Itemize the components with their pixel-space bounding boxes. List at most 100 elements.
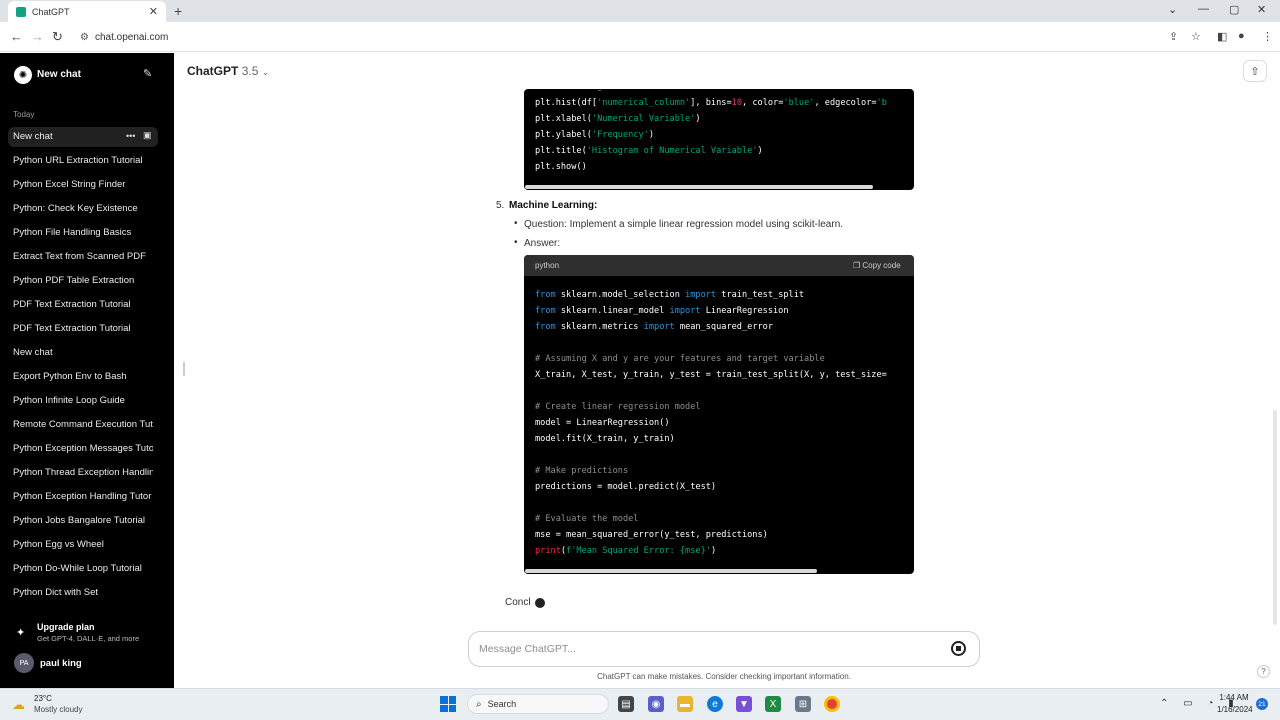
weather-desc[interactable]: Mostly cloudy: [34, 705, 82, 714]
list-number: 5.: [496, 200, 505, 211]
typing-cursor-icon: [535, 598, 545, 608]
bookmark-star-icon[interactable]: ☆: [1191, 30, 1201, 43]
side-panel-icon[interactable]: ◧: [1217, 30, 1227, 43]
weather-temp[interactable]: 23°C: [34, 694, 52, 703]
sidebar-item[interactable]: Python URL Extraction Tutorial: [13, 155, 153, 166]
help-icon[interactable]: ?: [1257, 665, 1270, 678]
sidebar-item[interactable]: Python Egg vs Wheel: [13, 539, 153, 550]
profile-icon[interactable]: ●: [1238, 30, 1245, 42]
url-text: chat.openai.com: [94, 31, 169, 43]
model-selector[interactable]: ChatGPT 3.5 ⌄: [187, 64, 269, 78]
taskbar-search[interactable]: ⌕ Search: [467, 694, 609, 714]
list-item-title: Machine Learning:: [509, 200, 598, 211]
avatar[interactable]: PA: [14, 653, 34, 673]
share-page-icon[interactable]: ⇪: [1169, 30, 1178, 43]
clock-time[interactable]: 1:44 AM: [1217, 693, 1251, 702]
edge-browser-icon[interactable]: e: [707, 696, 723, 712]
share-button[interactable]: ⇧: [1243, 60, 1267, 82]
back-icon[interactable]: ←: [10, 29, 23, 44]
stop-generating-button[interactable]: [951, 641, 966, 656]
task-view-icon[interactable]: ▤: [618, 696, 634, 712]
reload-icon[interactable]: ↻: [52, 29, 63, 45]
code-line: plt.hist(df['numerical_column'], bins=10…: [535, 98, 887, 108]
user-name[interactable]: paul king: [40, 658, 82, 669]
weather-cloud-icon[interactable]: ☁: [12, 697, 25, 713]
new-chat-edit-icon[interactable]: ✎: [143, 67, 152, 80]
close-tab-icon[interactable]: ✕: [149, 5, 158, 18]
code-block-regression: [524, 255, 914, 574]
copy-code-button[interactable]: ❐ Copy code: [853, 261, 901, 270]
more-options-icon[interactable]: •••: [126, 131, 135, 141]
clipboard-icon: ❐: [853, 261, 861, 270]
notification-badge[interactable]: 21: [1256, 698, 1268, 710]
sidebar-item[interactable]: Python Dict with Set: [13, 587, 153, 598]
chatgpt-favicon-icon: [16, 6, 26, 17]
windows-taskbar: [0, 688, 1280, 720]
section-today-label: Today: [13, 110, 35, 119]
sidebar-item[interactable]: Python Infinite Loop Guide: [13, 395, 153, 406]
vpn-app-icon[interactable]: ▼: [736, 696, 752, 712]
code-line: plt.title('Histogram of Numerical Variab…: [535, 146, 763, 156]
message-placeholder: Message ChatGPT...: [479, 643, 576, 655]
code-line: from sklearn.model_selection import trai…: [535, 290, 805, 300]
url-field[interactable]: ⚙ chat.openai.com: [80, 27, 1275, 47]
sidebar-item[interactable]: Extract Text from Scanned PDF: [13, 251, 153, 262]
archive-icon[interactable]: ▣: [143, 130, 152, 141]
sidebar-item[interactable]: Python Thread Exception Handlin: [13, 467, 153, 478]
clock-date[interactable]: 1/16/2024: [1217, 705, 1253, 714]
browser-tab[interactable]: ChatGPT ✕: [8, 1, 166, 22]
sidebar-item[interactable]: New chat: [13, 347, 153, 358]
sidebar-item[interactable]: Python Exception Messages Tuto: [13, 443, 153, 454]
sidebar-item[interactable]: Python Exception Handling Tutor: [13, 491, 153, 502]
sidebar-item[interactable]: Python: Check Key Existence: [13, 203, 153, 214]
sidebar-item[interactable]: PDF Text Extraction Tutorial: [13, 299, 153, 310]
browser-menu-icon[interactable]: ⋮: [1262, 30, 1273, 43]
sidebar-item[interactable]: New chat: [13, 131, 121, 142]
forward-icon[interactable]: →: [31, 29, 44, 44]
windows-start-icon[interactable]: [440, 696, 456, 712]
sidebar-item[interactable]: Python Jobs Bangalore Tutorial: [13, 515, 153, 526]
streaming-text: Concl: [505, 597, 531, 608]
sidebar-item[interactable]: Python PDF Table Extraction: [13, 275, 153, 286]
new-tab-icon[interactable]: +: [174, 3, 182, 19]
search-icon: ⌕: [476, 698, 482, 710]
code-line: predictions = model.predict(X_test): [535, 482, 717, 492]
close-window-icon[interactable]: ✕: [1257, 3, 1266, 16]
disclaimer-text: ChatGPT can make mistakes. Consider chec…: [597, 672, 851, 681]
code-scrollbar[interactable]: [525, 185, 873, 189]
sidebar-item[interactable]: Python Excel String Finder: [13, 179, 153, 190]
file-explorer-icon[interactable]: ▬: [677, 696, 693, 712]
maximize-icon[interactable]: ▢: [1229, 3, 1239, 16]
tab-strip: [0, 0, 1280, 22]
code-line: # Assuming X and y are your features and…: [535, 354, 825, 364]
bullet-icon: •: [514, 237, 518, 248]
sidebar-item[interactable]: Python File Handling Basics: [13, 227, 153, 238]
new-chat-button[interactable]: New chat: [37, 69, 81, 80]
stop-icon: [956, 646, 961, 651]
chrome-icon[interactable]: [824, 696, 840, 712]
excel-icon[interactable]: X: [765, 696, 781, 712]
search-label: Search: [487, 699, 517, 709]
sidebar-item[interactable]: PDF Text Extraction Tutorial: [13, 323, 153, 334]
sidebar-item[interactable]: Export Python Env to Bash: [13, 371, 153, 382]
sidebar-toggle-handle[interactable]: [183, 362, 185, 376]
site-info-icon[interactable]: ⚙: [80, 32, 89, 43]
sparkle-icon: ✦: [16, 627, 26, 639]
code-line: # Evaluate the model: [535, 514, 639, 524]
code-scrollbar[interactable]: [525, 569, 817, 573]
upgrade-plan-button[interactable]: Upgrade plan: [37, 622, 95, 632]
openai-logo-icon[interactable]: ✺: [14, 66, 32, 84]
sidebar-item[interactable]: Python Do-While Loop Tutorial: [13, 563, 153, 574]
copy-code-label: Copy code: [862, 261, 901, 270]
tab-search-icon[interactable]: ⌄: [1168, 3, 1177, 16]
code-line: model.fit(X_train, y_train): [535, 434, 675, 444]
chat-app-icon[interactable]: ◉: [648, 696, 664, 712]
minimize-icon[interactable]: —: [1198, 3, 1209, 15]
page-scrollbar[interactable]: [1273, 410, 1277, 625]
answer-label: Answer:: [524, 238, 561, 249]
model-name: ChatGPT: [187, 64, 239, 78]
code-line: mse = mean_squared_error(y_test, predict…: [535, 530, 768, 540]
network-app-icon[interactable]: ⊞: [795, 696, 811, 712]
sidebar-item[interactable]: Remote Command Execution Tuto: [13, 419, 153, 430]
model-version: 3.5: [241, 64, 259, 78]
